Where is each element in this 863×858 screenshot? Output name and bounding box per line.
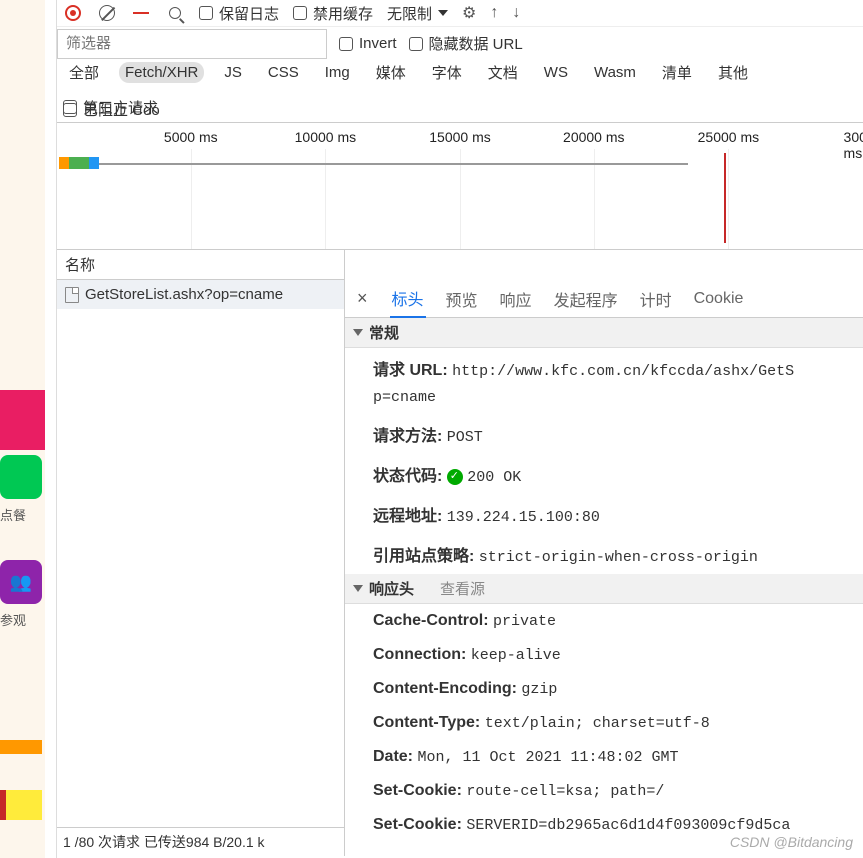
wf-tick-label: 20000 ms <box>563 129 624 145</box>
tab-cookie[interactable]: Cookie <box>692 284 746 314</box>
record-button[interactable] <box>63 3 83 23</box>
disable-cache-toggle[interactable]: 禁用缓存 <box>293 3 373 24</box>
search-icon[interactable] <box>165 3 185 23</box>
pink-block <box>0 390 45 450</box>
wf-tick-label: 5000 ms <box>164 129 218 145</box>
name-column-header[interactable]: 名称 <box>57 250 345 280</box>
resp-header-row: Content-Type: text/plain; charset=utf-8 <box>345 706 863 740</box>
wf-segment <box>69 157 89 169</box>
resp-header-row: Cache-Control: private <box>345 604 863 638</box>
request-summary: 1 /80 次请求 已传送984 B/20.1 k <box>57 827 344 856</box>
chevron-down-icon <box>353 329 363 336</box>
request-name: GetStoreList.ashx?op=cname <box>85 286 283 303</box>
status-ok-icon <box>447 469 463 485</box>
tab-headers[interactable]: 标头 <box>390 280 426 318</box>
close-details-button[interactable]: × <box>353 288 372 309</box>
resp-header-row: Date: Mon, 11 Oct 2021 11:48:02 GMT <box>345 740 863 774</box>
tab-response[interactable]: 响应 <box>498 281 534 317</box>
resp-header-row: Set-Cookie: route-cell=ksa; path=/ <box>345 774 863 808</box>
resp-header-row: Connection: keep-alive <box>345 638 863 672</box>
type-other[interactable]: 其他 <box>712 60 754 85</box>
filter-toggle-icon[interactable] <box>131 3 151 23</box>
resp-header-row: Set-Cookie: SERVERID=db2965ac6d1d4f09300… <box>345 808 863 842</box>
details-tabs: × 标头 预览 响应 发起程序 计时 Cookie <box>345 280 863 318</box>
general-url-cont: p=cname <box>345 388 863 414</box>
external-sidebar: 点餐 👥 参观 <box>0 0 45 858</box>
chevron-down-icon <box>353 585 363 592</box>
request-list: GetStoreList.ashx?op=cname 1 /80 次请求 已传送… <box>57 280 345 856</box>
purple-tile[interactable]: 👥 <box>0 560 42 604</box>
type-media[interactable]: 媒体 <box>370 60 412 85</box>
section-response-headers[interactable]: 响应头 查看源 <box>345 574 863 604</box>
section-general[interactable]: 常规 <box>345 318 863 348</box>
type-font[interactable]: 字体 <box>426 60 468 85</box>
filter-input[interactable] <box>57 29 327 59</box>
sidebar-text-2: 参观 <box>0 610 26 629</box>
wf-current-marker <box>724 153 726 243</box>
request-details-pane: × 标头 预览 响应 发起程序 计时 Cookie 常规 请求 URL: htt… <box>345 280 863 856</box>
resource-type-filter: 全部 Fetch/XHR JS CSS Img 媒体 字体 文档 WS Wasm… <box>57 60 863 92</box>
type-img[interactable]: Img <box>319 62 356 83</box>
resp-header-row: Content-Encoding: gzip <box>345 672 863 706</box>
type-manifest[interactable]: 清单 <box>656 60 698 85</box>
tab-initiator[interactable]: 发起程序 <box>552 281 620 317</box>
clear-button[interactable] <box>97 3 117 23</box>
type-wasm[interactable]: Wasm <box>588 62 642 83</box>
green-tile[interactable] <box>0 455 42 499</box>
general-remote: 远程地址: 139.224.15.100:80 <box>345 494 863 534</box>
hide-data-urls-toggle[interactable]: 隐藏数据 URL <box>409 33 523 54</box>
orange-strip <box>0 740 42 754</box>
yellow-strip <box>0 790 42 820</box>
type-js[interactable]: JS <box>218 62 248 83</box>
type-ws[interactable]: WS <box>538 62 574 83</box>
general-status: 状态代码: 200 OK <box>345 454 863 494</box>
network-toolbar: 保留日志 禁用缓存 无限制 ⚙ ↑ ↓ <box>57 0 863 26</box>
invert-toggle[interactable]: Invert <box>339 35 397 52</box>
waterfall-timeline[interactable]: 5000 ms 10000 ms 15000 ms 20000 ms 25000… <box>57 122 863 250</box>
wf-tick-label: 30000 ms <box>844 129 863 161</box>
third-party-toggle[interactable]: 第三方请求 <box>63 97 158 118</box>
wf-segment <box>59 157 69 169</box>
import-har-icon[interactable]: ↑ <box>490 4 498 22</box>
tab-preview[interactable]: 预览 <box>444 281 480 317</box>
request-row[interactable]: GetStoreList.ashx?op=cname <box>57 280 344 309</box>
network-conditions-icon[interactable]: ⚙ <box>462 3 476 23</box>
devtools-network-panel: 保留日志 禁用缓存 无限制 ⚙ ↑ ↓ Invert 隐藏数据 URL 全部 F… <box>56 0 863 858</box>
export-har-icon[interactable]: ↓ <box>512 4 520 22</box>
wf-track <box>99 163 688 165</box>
file-icon <box>65 287 79 303</box>
throttling-dropdown[interactable]: 无限制 <box>387 3 448 24</box>
sidebar-text-1: 点餐 <box>0 505 26 524</box>
tab-timing[interactable]: 计时 <box>638 281 674 317</box>
filter-bar: Invert 隐藏数据 URL <box>57 26 863 60</box>
view-source-link[interactable]: 查看源 <box>440 578 485 599</box>
wf-segment <box>89 157 99 169</box>
general-referrer: 引用站点策略: strict-origin-when-cross-origin <box>345 534 863 574</box>
type-css[interactable]: CSS <box>262 62 305 83</box>
type-doc[interactable]: 文档 <box>482 60 524 85</box>
type-all[interactable]: 全部 <box>63 60 105 85</box>
preserve-log-toggle[interactable]: 保留日志 <box>199 3 279 24</box>
wf-tick-label: 15000 ms <box>429 129 490 145</box>
general-method: 请求方法: POST <box>345 414 863 454</box>
general-url: 请求 URL: http://www.kfc.com.cn/kfccda/ash… <box>345 348 863 388</box>
third-party-row: 第三方请求 <box>57 92 863 122</box>
wf-tick-label: 25000 ms <box>698 129 759 145</box>
wf-tick-label: 10000 ms <box>295 129 356 145</box>
chevron-down-icon <box>438 10 448 16</box>
type-fetch-xhr[interactable]: Fetch/XHR <box>119 62 204 83</box>
